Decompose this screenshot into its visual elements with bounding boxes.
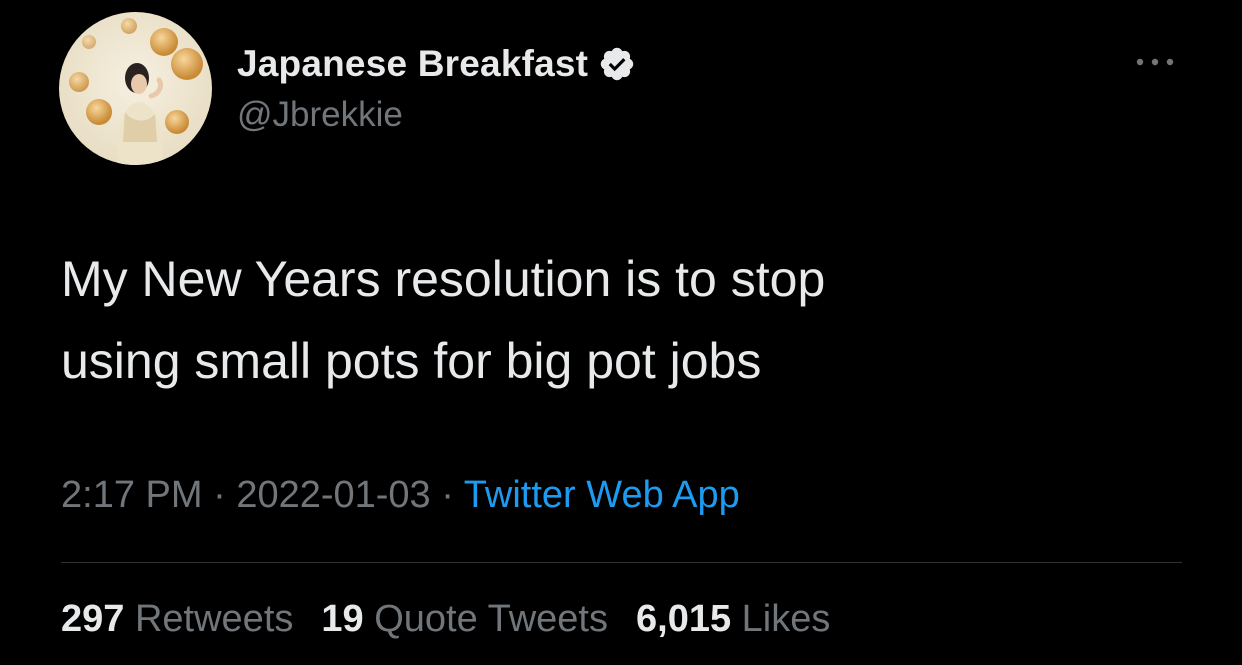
- display-name[interactable]: Japanese Breakfast: [237, 43, 588, 85]
- handle[interactable]: @Jbrekkie: [237, 95, 403, 135]
- verified-badge-icon: [598, 45, 636, 83]
- profile-photo: [59, 12, 212, 165]
- likes-stat[interactable]: 6,015 Likes: [636, 598, 830, 641]
- retweets-stat[interactable]: 297 Retweets: [61, 598, 293, 641]
- avatar[interactable]: [59, 12, 212, 165]
- tweet-text-line: using small pots for big pot jobs: [61, 333, 762, 389]
- tweet-meta: 2:17 PM · 2022-01-03 · Twitter Web App: [61, 474, 740, 517]
- quote-tweets-stat[interactable]: 19 Quote Tweets: [321, 598, 608, 641]
- meta-separator: ·: [430, 474, 464, 516]
- likes-count: 6,015: [636, 598, 732, 640]
- tweet-stats: 297 Retweets 19 Quote Tweets 6,015 Likes: [61, 598, 858, 641]
- retweets-count: 297: [61, 598, 125, 640]
- divider: [61, 562, 1182, 563]
- tweet-card: Japanese Breakfast @Jbrekkie My New Year…: [0, 0, 1242, 665]
- retweets-label: Retweets: [134, 598, 294, 640]
- tweet-time[interactable]: 2:17 PM: [61, 474, 203, 516]
- more-horizontal-icon[interactable]: [1132, 52, 1178, 72]
- likes-label: Likes: [741, 598, 831, 640]
- quote-tweets-label: Quote Tweets: [374, 598, 608, 640]
- tweet-date[interactable]: 2022-01-03: [236, 474, 430, 516]
- tweet-text: My New Years resolution is to stop using…: [61, 238, 1161, 402]
- quote-tweets-count: 19: [321, 598, 364, 640]
- tweet-source-link[interactable]: Twitter Web App: [464, 474, 740, 516]
- meta-separator: ·: [202, 474, 237, 516]
- display-name-row[interactable]: Japanese Breakfast: [237, 40, 636, 88]
- tweet-text-line: My New Years resolution is to stop: [61, 251, 826, 307]
